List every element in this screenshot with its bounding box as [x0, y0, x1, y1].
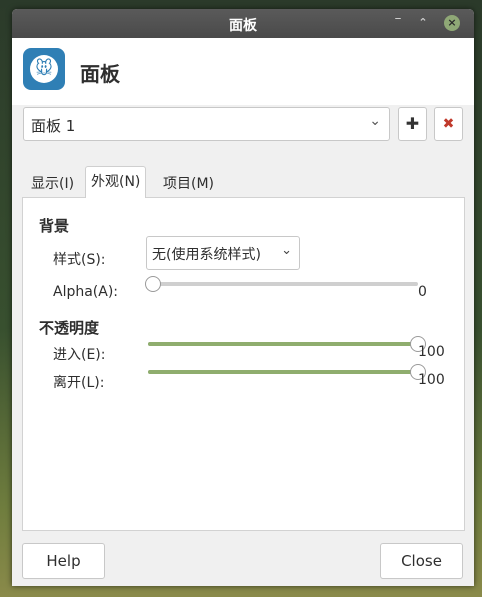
close-icon: ✖ — [442, 116, 455, 132]
style-label: 样式(S): — [53, 252, 106, 268]
appearance-tab-panel: 背景 样式(S): 无(使用系统样式) ⌄ Alpha(A): 0 不透明度 进… — [22, 197, 465, 531]
enter-opacity-slider-fill — [148, 342, 418, 346]
enter-opacity-value: 100 — [418, 344, 445, 360]
close-button[interactable]: Close — [380, 543, 463, 579]
remove-panel-button[interactable]: ✖ — [434, 107, 463, 141]
enter-opacity-slider[interactable] — [148, 336, 426, 352]
alpha-slider-handle[interactable] — [145, 276, 161, 292]
leave-opacity-slider-fill — [148, 370, 418, 374]
chevron-down-icon: ⌄ — [281, 243, 292, 258]
background-heading: 背景 — [39, 217, 70, 235]
panel-select-combo[interactable]: 面板 1 ⌄ — [23, 107, 390, 141]
close-window-icon[interactable]: × — [444, 15, 460, 31]
alpha-slider[interactable] — [145, 276, 418, 292]
plus-icon: ✚ — [405, 114, 420, 133]
panel-select-value: 面板 1 — [31, 117, 76, 135]
style-select[interactable]: 无(使用系统样式) ⌄ — [146, 236, 300, 270]
style-select-value: 无(使用系统样式) — [152, 247, 261, 263]
leave-opacity-value: 100 — [418, 372, 445, 388]
alpha-value: 0 — [418, 284, 427, 300]
tab-display[interactable]: 显示(I) — [26, 170, 79, 198]
leave-opacity-slider[interactable] — [148, 364, 426, 380]
header-title: 面板 — [80, 62, 120, 86]
tab-items[interactable]: 项目(M) — [158, 170, 219, 198]
title-bar[interactable]: 面板 ‾ ⌃ × — [12, 9, 474, 38]
enter-opacity-label: 进入(E): — [53, 347, 106, 363]
help-button[interactable]: Help — [22, 543, 105, 579]
opacity-heading: 不透明度 — [39, 319, 100, 337]
panel-preferences-window: 面板 ‾ ⌃ × 🐭 面板 面板 1 ⌄ ✚ ✖ 显示(I) 外观(N) 项目(… — [12, 9, 474, 586]
tab-appearance[interactable]: 外观(N) — [85, 166, 147, 198]
add-panel-button[interactable]: ✚ — [398, 107, 427, 141]
leave-opacity-label: 离开(L): — [53, 375, 105, 391]
maximize-icon[interactable]: ⌃ — [415, 15, 431, 31]
chevron-down-icon: ⌄ — [369, 113, 381, 129]
dialog-header: 🐭 面板 — [12, 38, 474, 105]
panel-app-icon: 🐭 — [23, 48, 65, 90]
alpha-label: Alpha(A): — [53, 284, 119, 300]
minimize-icon[interactable]: ‾ — [390, 15, 406, 31]
